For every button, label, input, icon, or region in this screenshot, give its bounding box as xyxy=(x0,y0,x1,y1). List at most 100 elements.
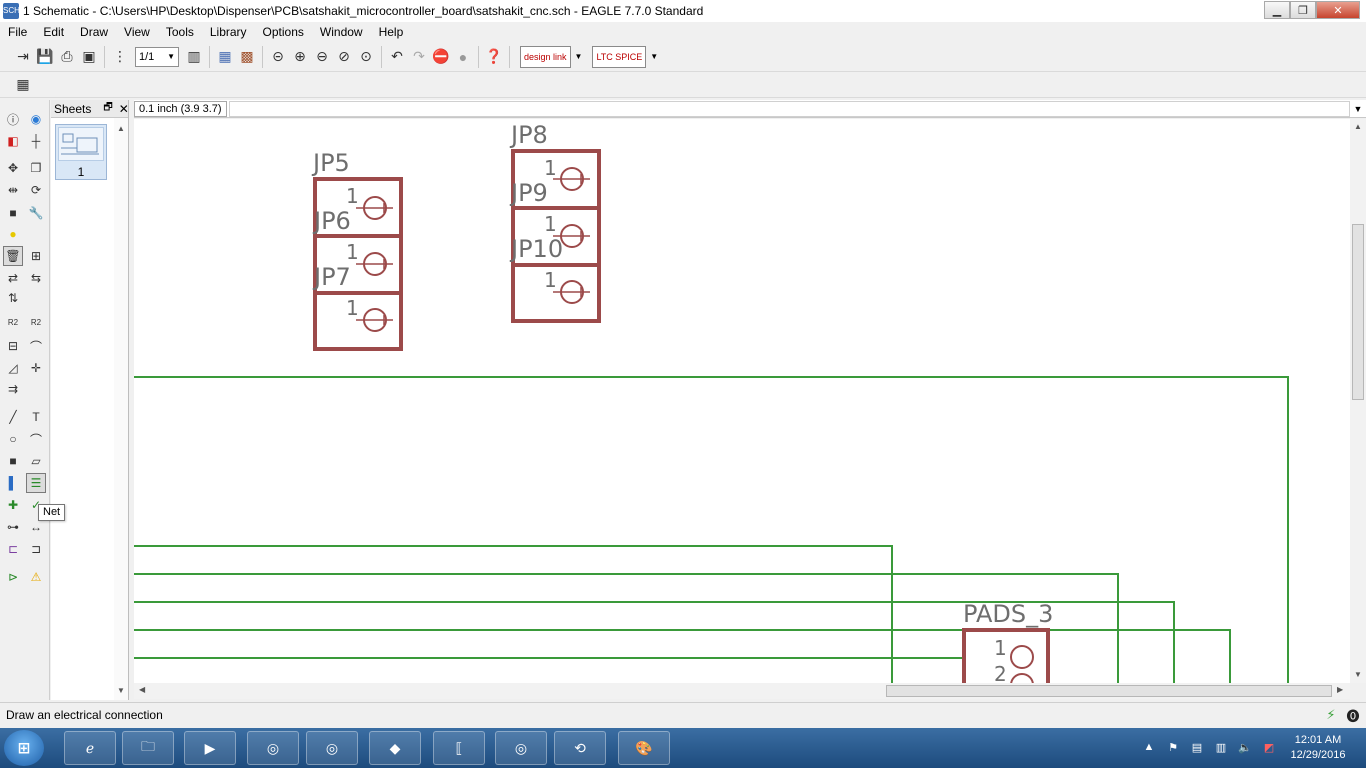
wire-icon[interactable]: ╱ xyxy=(3,407,23,427)
menu-file[interactable]: File xyxy=(0,25,35,39)
chrome-icon[interactable]: ◎ xyxy=(306,731,358,765)
chevron-down-icon[interactable]: ▼ xyxy=(575,52,583,61)
close-button[interactable]: ✕ xyxy=(1316,1,1360,19)
save-icon[interactable]: 💾 xyxy=(34,46,56,68)
go-icon[interactable]: ● xyxy=(452,46,474,68)
paste-icon[interactable]: ● xyxy=(3,224,23,244)
change-icon[interactable]: 🔧 xyxy=(26,203,46,223)
group-icon[interactable]: ■ xyxy=(3,203,23,223)
help-icon[interactable]: ❓ xyxy=(483,46,505,68)
eagle-icon[interactable]: ⟲ xyxy=(554,731,606,765)
menu-tools[interactable]: Tools xyxy=(158,25,202,39)
command-input[interactable] xyxy=(228,100,1350,117)
replace-icon[interactable]: ⇆ xyxy=(26,268,46,288)
net-wire[interactable] xyxy=(134,629,1231,683)
schematic-board-switch-icon[interactable]: ▦ xyxy=(214,46,236,68)
zoom-out-icon[interactable]: ⊖ xyxy=(311,46,333,68)
start-button[interactable]: ⊞ xyxy=(4,730,44,766)
ltspice-button[interactable]: LTC SPICE xyxy=(592,45,647,68)
scrollbar-thumb[interactable] xyxy=(886,685,1332,697)
redo-icon[interactable]: ↷ xyxy=(408,46,430,68)
rotate-icon[interactable]: ⟳ xyxy=(26,180,46,200)
smash-icon[interactable]: ⊟ xyxy=(3,336,23,356)
sheet-thumbnail[interactable]: 1 xyxy=(55,124,107,180)
scroll-up-icon[interactable]: ▲ xyxy=(1354,122,1362,131)
gateswap-icon[interactable]: ⇅ xyxy=(3,288,23,308)
polygon-icon[interactable]: ▱ xyxy=(26,451,46,471)
tray-up-icon[interactable]: ▲ xyxy=(1140,738,1158,756)
menu-library[interactable]: Library xyxy=(202,25,255,39)
junction-icon[interactable]: ✚ xyxy=(3,495,23,515)
minimize-button[interactable]: ▁ xyxy=(1264,1,1290,19)
net-wire[interactable] xyxy=(134,545,893,683)
add-icon[interactable]: ⊞ xyxy=(26,246,46,266)
bus-icon[interactable]: ▌ xyxy=(3,473,23,493)
modules-icon[interactable]: ⊐ xyxy=(26,539,46,559)
chevron-down-icon[interactable]: ▼ xyxy=(650,52,658,61)
canvas-horizontal-scrollbar[interactable]: ◀ ▶ xyxy=(134,683,1350,699)
network-icon[interactable]: ▥ xyxy=(1212,738,1230,756)
circle-icon[interactable]: ○ xyxy=(3,429,23,449)
menu-view[interactable]: View xyxy=(116,25,158,39)
menu-help[interactable]: Help xyxy=(371,25,412,39)
name-icon[interactable]: R2 xyxy=(3,312,23,332)
volume-icon[interactable]: 🔈 xyxy=(1236,738,1254,756)
explorer-icon[interactable]: 🗀 xyxy=(122,731,174,765)
menu-window[interactable]: Window xyxy=(312,25,371,39)
zoom-in-icon[interactable]: ⊕ xyxy=(289,46,311,68)
antivirus-icon[interactable]: ◩ xyxy=(1260,738,1278,756)
media-player-icon[interactable]: ▶ xyxy=(184,731,236,765)
print-icon[interactable]: ⎙ xyxy=(56,46,78,68)
mark-icon[interactable]: ┼ xyxy=(26,131,46,151)
scrollbar-thumb[interactable] xyxy=(1352,224,1364,400)
scroll-right-icon[interactable]: ▶ xyxy=(1337,685,1343,694)
chevron-down-icon[interactable]: ▼ xyxy=(1350,104,1366,114)
menu-options[interactable]: Options xyxy=(255,25,312,39)
sheets-scrollbar[interactable]: ▲ ▼ xyxy=(114,118,128,700)
arc-icon[interactable]: ⌒ xyxy=(26,429,46,449)
zoom-fit-icon[interactable]: ⊝ xyxy=(267,46,289,68)
undo-icon[interactable]: ↶ xyxy=(386,46,408,68)
mirror-icon[interactable]: ⇹ xyxy=(3,180,23,200)
cam-icon[interactable]: ▣ xyxy=(78,46,100,68)
show-icon[interactable]: ◉ xyxy=(26,109,46,129)
net-icon[interactable]: ☰ xyxy=(26,473,46,493)
delete-icon[interactable]: 🗑 xyxy=(3,246,23,266)
erc-icon[interactable]: ⊳ xyxy=(3,567,23,587)
open-icon[interactable]: ⇥ xyxy=(12,46,34,68)
board-icon[interactable]: ▥ xyxy=(183,46,205,68)
brackets-icon[interactable]: ⟦ xyxy=(433,731,485,765)
menu-edit[interactable]: Edit xyxy=(35,25,72,39)
close-icon[interactable]: ✕ xyxy=(119,102,129,116)
zoom-select-icon[interactable]: ⊙ xyxy=(355,46,377,68)
split-icon[interactable]: ◿ xyxy=(3,358,23,378)
stop-icon[interactable]: ⛔ xyxy=(430,46,452,68)
miter-icon[interactable]: ⌒ xyxy=(26,336,46,356)
menu-draw[interactable]: Draw xyxy=(72,25,116,39)
maximize-button[interactable]: ❐ xyxy=(1290,1,1316,19)
clock[interactable]: 12:01 AM 12/29/2016 xyxy=(1280,733,1356,763)
grid-icon[interactable]: ▦ xyxy=(12,74,34,96)
sheet-select[interactable]: 1/1 ▼ xyxy=(135,46,179,67)
text-icon[interactable]: T xyxy=(26,407,46,427)
action-center-icon[interactable]: ⚑ xyxy=(1164,738,1182,756)
float-icon[interactable]: 🗗 xyxy=(103,100,112,117)
lightning-icon[interactable]: ⚡ xyxy=(1322,706,1340,724)
device-icon[interactable]: ▤ xyxy=(1188,738,1206,756)
value-icon[interactable]: R2 xyxy=(26,312,46,332)
copy-icon[interactable]: ❐ xyxy=(26,158,46,178)
stop-command-icon[interactable]: ⓿ xyxy=(1344,706,1362,724)
scroll-left-icon[interactable]: ◀ xyxy=(139,685,145,694)
layer-icon[interactable]: ▩ xyxy=(236,46,258,68)
attribute-icon[interactable]: ⊶ xyxy=(3,517,23,537)
move-icon[interactable]: ✥ xyxy=(3,158,23,178)
paint-icon[interactable]: 🎨 xyxy=(618,731,670,765)
invoke-icon[interactable]: ✛ xyxy=(26,358,46,378)
frame-icon[interactable]: ⊏ xyxy=(3,539,23,559)
pinswap-icon[interactable]: ⇄ xyxy=(3,268,23,288)
scroll-up-icon[interactable]: ▲ xyxy=(117,124,125,133)
chrome-icon[interactable]: ◎ xyxy=(247,731,299,765)
canvas-vertical-scrollbar[interactable]: ▲ ▼ xyxy=(1350,119,1366,683)
scroll-down-icon[interactable]: ▼ xyxy=(1354,670,1362,679)
info-icon[interactable]: ⓘ xyxy=(3,109,23,129)
